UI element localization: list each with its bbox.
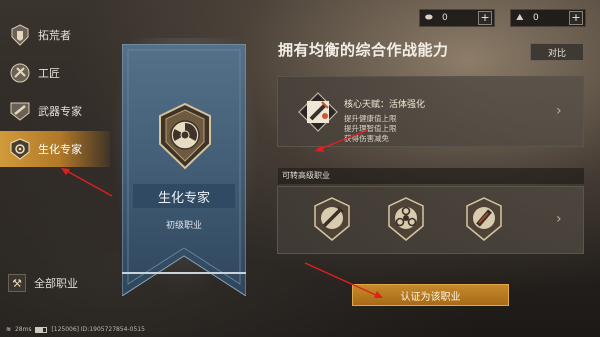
sidebar: 拓荒者 工匠 武器专家 生化专家 ⚒ 全部职业 ≋ 28ms [125006] … <box>0 0 145 337</box>
compare-button[interactable]: 对比 <box>530 43 584 61</box>
currency-crystal: ⛰ 0 + <box>510 9 586 27</box>
chevron-right-icon[interactable]: › <box>556 103 562 119</box>
biohazard-class-icon[interactable] <box>385 196 427 242</box>
ping-text: 28ms <box>14 326 32 333</box>
crystal-icon: ⛰ <box>516 13 524 23</box>
sidebar-item-weapon-expert[interactable]: 武器专家 <box>0 93 110 129</box>
battery-icon <box>35 326 48 333</box>
weapon-expert-emblem-icon <box>10 102 30 121</box>
vial-class-icon[interactable] <box>463 196 505 242</box>
advanced-jobs-header: 可转高级职业 <box>278 168 584 184</box>
currency-value: 0 <box>533 13 539 23</box>
sidebar-item-pioneer[interactable]: 拓荒者 <box>0 17 110 53</box>
add-coin-button[interactable]: + <box>478 11 492 25</box>
chevron-right-icon[interactable]: › <box>556 211 562 227</box>
job-name-plate: 生化专家 <box>133 184 235 208</box>
syringe-talent-icon <box>298 92 338 132</box>
tools-icon: ⚒ <box>8 274 26 292</box>
job-headline: 拥有均衡的综合作战能力 <box>278 41 449 59</box>
sidebar-item-biochem[interactable]: 生化专家 <box>0 131 110 167</box>
wifi-icon: ≋ <box>6 326 12 333</box>
pioneer-emblem-icon <box>11 24 29 46</box>
all-jobs-button[interactable]: ⚒ 全部职业 <box>8 274 78 292</box>
biohazard-emblem-icon <box>159 102 211 170</box>
biochem-emblem-icon <box>10 138 30 160</box>
session-info-text: [125006] ID:1905727854-0515 <box>51 326 145 333</box>
currency-value: 0 <box>442 13 448 23</box>
talent-title: 核心天赋：活体强化 <box>344 100 426 110</box>
sidebar-item-label: 工匠 <box>38 67 60 80</box>
all-jobs-label: 全部职业 <box>34 277 78 290</box>
sidebar-item-label: 拓荒者 <box>38 29 71 42</box>
sidebar-item-label: 武器专家 <box>38 105 82 118</box>
craftsman-emblem-icon <box>10 63 30 83</box>
syringe-class-icon[interactable] <box>311 196 353 242</box>
currency-coin: ⬬ 0 + <box>419 9 495 27</box>
sidebar-item-craftsman[interactable]: 工匠 <box>0 55 110 91</box>
talent-line: 获得伤害减免 <box>344 134 389 143</box>
status-bar: ≋ 28ms [125006] ID:1905727854-0515 <box>6 326 145 333</box>
add-crystal-button[interactable]: + <box>569 11 583 25</box>
coin-icon: ⬬ <box>425 13 433 23</box>
job-tier-label: 初级职业 <box>165 221 202 231</box>
sidebar-item-label: 生化专家 <box>38 143 82 156</box>
certify-job-button[interactable]: 认证为该职业 <box>352 284 509 306</box>
